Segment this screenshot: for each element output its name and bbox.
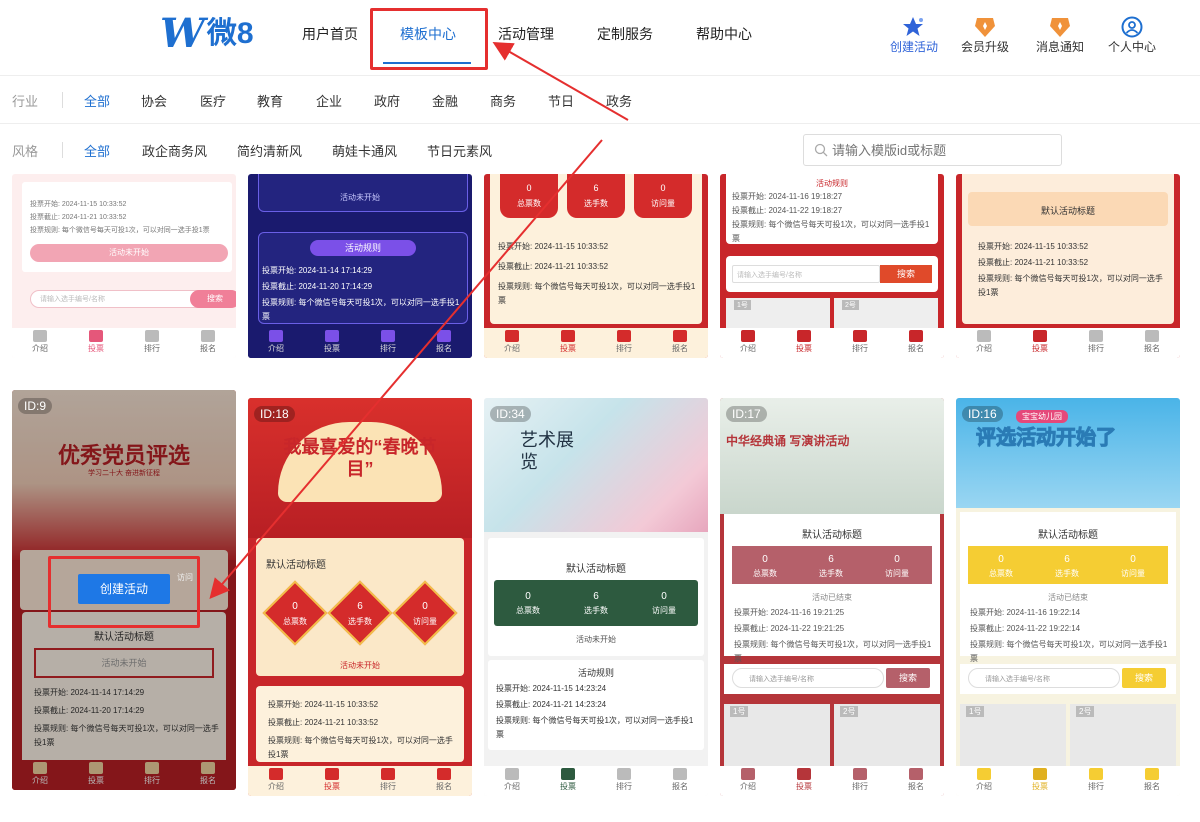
arrow-to-create (209, 139, 603, 600)
arrow-to-nav (492, 42, 629, 121)
annotation-arrows (209, 42, 629, 600)
